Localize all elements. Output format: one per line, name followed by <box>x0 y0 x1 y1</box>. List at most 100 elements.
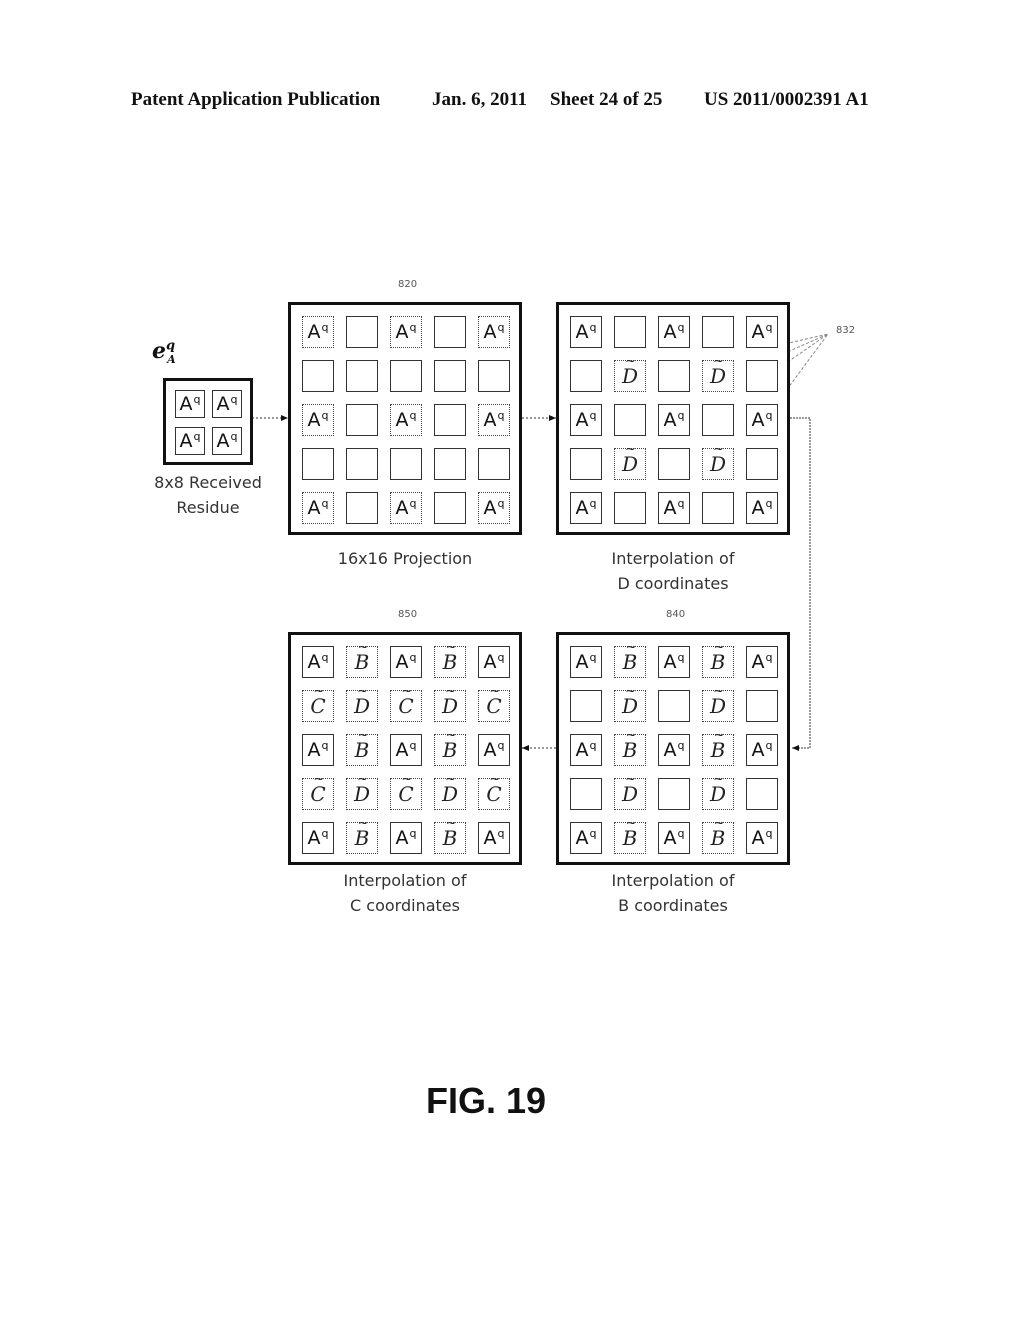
cell-label: Aq <box>752 408 773 430</box>
cell-interp-d: D <box>702 685 734 722</box>
residue-symbol-base: e <box>152 338 166 364</box>
interp-d-label-line1: Interpolation of <box>611 549 735 568</box>
cell-label: Aq <box>307 408 329 431</box>
cell-interp-d: D <box>434 685 466 722</box>
cell-empty <box>434 316 466 348</box>
residue-label-line2: Residue <box>176 498 240 517</box>
cell-letter: A <box>307 408 321 431</box>
cell-aq: Aq <box>658 646 690 678</box>
cell-aq: Aq <box>570 316 602 348</box>
cell-sup: q <box>765 738 773 752</box>
cell-sup: q <box>677 496 685 510</box>
cell-letter: A <box>663 496 677 519</box>
cell-sup: q <box>321 826 329 840</box>
cell-sup: q <box>321 408 329 422</box>
cell-letter: A <box>395 826 409 849</box>
cell-aq: Aq <box>658 492 690 524</box>
cell-label: D <box>354 685 370 716</box>
cell-sup: q <box>321 320 329 334</box>
cell-letter: A <box>751 496 765 519</box>
projection-label: 16x16 Projection <box>288 546 522 571</box>
cell-interp-d: D <box>434 773 466 810</box>
cell-aq: Aq <box>302 316 334 348</box>
cell-empty <box>570 360 602 392</box>
ref-820: 820 <box>398 279 418 290</box>
cell-letter: A <box>216 392 230 415</box>
cell-label: Aq <box>576 322 597 342</box>
cell-label: B <box>623 641 638 672</box>
cell-aq: Aq <box>658 316 690 348</box>
cell-sup: q <box>677 408 685 422</box>
cell-empty <box>346 316 378 348</box>
cell-letter: A <box>663 738 677 761</box>
cell-empty <box>346 448 378 480</box>
cell-empty <box>346 360 378 392</box>
cell-label: Aq <box>663 496 685 519</box>
cell-sup: q <box>589 738 597 752</box>
cell-empty <box>478 448 510 480</box>
cell-interp-b: B <box>434 817 466 854</box>
cell-letter: A <box>395 738 409 761</box>
projection-label-line1: 16x16 Projection <box>337 549 473 568</box>
cell-label: D <box>710 773 726 804</box>
cell-aq: Aq <box>302 492 334 524</box>
cell-sup: q <box>497 496 505 510</box>
cell-sup: q <box>321 496 329 510</box>
interp-d-label: Interpolation of D coordinates <box>556 546 790 596</box>
cell-interp-c: C <box>302 773 334 810</box>
cell-interp-c: C <box>478 773 510 810</box>
cell-interp-b: B <box>702 817 734 854</box>
cell-label: D <box>622 773 638 804</box>
cell-empty <box>614 404 646 436</box>
cell-label: B <box>711 729 726 760</box>
cell-interp-d: D <box>614 685 646 722</box>
cell-letter: A <box>179 429 193 452</box>
cell-label: Aq <box>395 320 417 343</box>
cell-aq: Aq <box>478 822 510 854</box>
cell-letter: A <box>307 826 321 849</box>
cell-empty <box>570 448 602 480</box>
residue-block: Aq Aq Aq Aq <box>163 378 253 465</box>
cell-letter: A <box>663 826 677 849</box>
cell-interp-b: B <box>346 641 378 678</box>
cell-letter: A <box>395 320 409 343</box>
cell-label: B <box>623 729 638 760</box>
ref-832: 832 <box>836 325 856 336</box>
cell-interp-b: B <box>614 641 646 678</box>
cell-letter: A <box>483 826 497 849</box>
cell-letter: A <box>483 408 497 431</box>
cell-label: Aq <box>308 740 329 760</box>
cell-sup: q <box>765 408 773 422</box>
cell-label: B <box>711 817 726 848</box>
panel-interp-d: AqAqAqDDAqAqAqDDAqAqAq <box>556 302 790 535</box>
cell-label: Aq <box>396 652 417 672</box>
cell-letter: A <box>575 650 589 673</box>
cell-aq: Aq <box>570 492 602 524</box>
cell-aq: Aq <box>570 734 602 766</box>
cell-label: Aq <box>484 740 505 760</box>
cell-interp-c: C <box>390 685 422 722</box>
cell-label: B <box>355 729 370 760</box>
interp-d-label-line2: D coordinates <box>617 574 729 593</box>
cell-label: D <box>622 355 638 386</box>
cell-label: Aq <box>664 322 685 342</box>
cell-label: D <box>442 685 458 716</box>
cell-empty <box>434 492 466 524</box>
cell-aq: Aq <box>658 734 690 766</box>
cell-interp-d: D <box>614 355 646 392</box>
cell-label: B <box>623 817 638 848</box>
cell-label: D <box>710 685 726 716</box>
cell-empty <box>658 778 690 810</box>
cell-sup: q <box>677 826 685 840</box>
cell-letter: A <box>216 429 230 452</box>
cell-letter: A <box>483 650 497 673</box>
cell-interp-d: D <box>346 685 378 722</box>
cell-sup: q <box>677 738 685 752</box>
cell-label: Aq <box>752 652 773 672</box>
cell-interp-b: B <box>434 641 466 678</box>
cell-label: B <box>443 817 458 848</box>
cell-label: D <box>354 773 370 804</box>
interp-c-label-line2: C coordinates <box>350 896 460 915</box>
cell-aq: Aq <box>478 404 510 436</box>
cell-empty <box>302 448 334 480</box>
